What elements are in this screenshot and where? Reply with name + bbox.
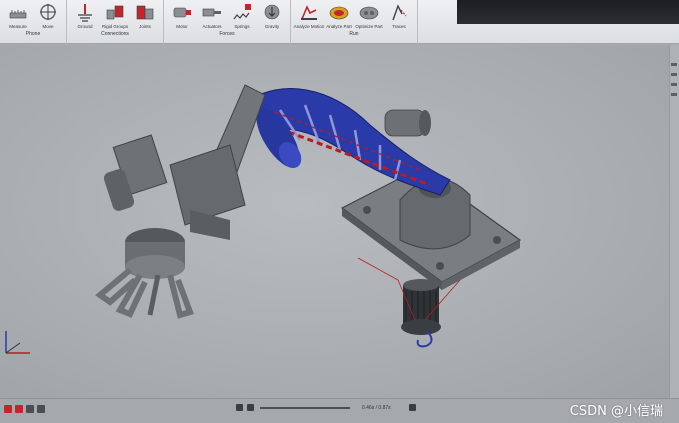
- tool-label: Move: [42, 24, 54, 29]
- tool-label: Joints: [139, 24, 151, 29]
- step-icon[interactable]: [247, 404, 254, 411]
- ribbon-group-run: Analyze Motion Analyze Part Optimize Par…: [291, 0, 418, 44]
- ribbon-group-label: Forces: [219, 31, 235, 37]
- inspire-motion-window: Measure Move Phone Ground Rigid Groups J…: [0, 0, 679, 423]
- ribbon-group-label: Connections: [101, 31, 129, 37]
- watermark: CSDN @小信瑞: [569, 404, 663, 419]
- traces-icon: [392, 4, 407, 21]
- tool-motor[interactable]: Motor: [167, 1, 197, 30]
- display-icon[interactable]: [37, 405, 45, 413]
- tool-label: Springs: [234, 24, 250, 29]
- tool-label: Motor: [176, 24, 188, 29]
- ribbon-group-connections: Ground Rigid Groups Joints Connections: [67, 0, 164, 44]
- timeline-time: 0.46s / 0.87s: [362, 404, 391, 411]
- tool-ground[interactable]: Ground: [70, 1, 100, 30]
- scroll-mark: [671, 83, 677, 86]
- timeline-end-icon[interactable]: [408, 404, 416, 411]
- tool-label: Actuators: [202, 24, 222, 29]
- tool-optimize-part[interactable]: Optimize Part: [354, 1, 384, 30]
- joints-icon: [136, 5, 154, 20]
- tool-label: Ground: [77, 24, 93, 29]
- optimize-part-icon: [359, 6, 379, 20]
- tool-analyze-motion[interactable]: Analyze Motion: [294, 1, 324, 30]
- scroll-mark: [671, 63, 677, 66]
- tool-label: Analyze Part: [326, 24, 352, 29]
- measure-icon: [9, 10, 27, 19]
- tool-analyze-part[interactable]: Analyze Part: [324, 1, 354, 30]
- tool-traces[interactable]: Traces: [384, 1, 414, 30]
- tool-label: Optimize Part: [355, 24, 383, 29]
- tool-label: Rigid Groups: [101, 24, 129, 29]
- tool-label: Measure: [9, 24, 27, 29]
- ground-icon: [78, 4, 92, 22]
- ribbon-dark-area: [457, 0, 679, 24]
- ribbon-group-forces: Motor Actuators Springs Gravity Forces: [164, 0, 291, 44]
- tool-move[interactable]: Move: [33, 1, 63, 30]
- move-icon: [40, 4, 56, 20]
- animation-timeline: 0.46s / 0.87s: [236, 404, 416, 411]
- rigid-groups-icon: [106, 5, 124, 20]
- ribbon-group-phone: Measure Move Phone: [0, 0, 67, 44]
- grid-icon[interactable]: [26, 405, 34, 413]
- tool-label: Analyze Motion: [293, 24, 325, 29]
- camera-icon[interactable]: [15, 405, 23, 413]
- viewport-side-scrollbar[interactable]: [669, 45, 679, 398]
- tool-actuators[interactable]: Actuators: [197, 1, 227, 30]
- play-icon[interactable]: [236, 404, 243, 411]
- timeline-slider[interactable]: [260, 406, 350, 409]
- tool-springs[interactable]: Springs: [227, 1, 257, 30]
- record-icon[interactable]: [4, 405, 12, 413]
- tool-measure[interactable]: Measure: [3, 1, 33, 30]
- scroll-mark: [671, 73, 677, 76]
- scroll-mark: [671, 93, 677, 96]
- motor-icon: [173, 7, 191, 18]
- analyze-motion-icon: [301, 5, 317, 20]
- tool-gravity[interactable]: Gravity: [257, 1, 287, 30]
- ribbon-toolbar: Measure Move Phone Ground Rigid Groups J…: [0, 0, 679, 44]
- robot-arm-model[interactable]: [80, 70, 540, 360]
- ribbon-group-label: Phone: [25, 31, 41, 37]
- springs-icon: [233, 4, 251, 20]
- tool-joints[interactable]: Joints: [130, 1, 160, 30]
- analyze-part-icon: [329, 6, 349, 20]
- axis-triad-icon: [5, 331, 30, 354]
- actuators-icon: [202, 8, 221, 17]
- gravity-icon: [264, 4, 280, 20]
- tool-rigid-groups[interactable]: Rigid Groups: [100, 1, 130, 30]
- ribbon-group-label: Run: [349, 31, 359, 37]
- view-controls: [4, 405, 45, 413]
- tool-label: Traces: [392, 24, 406, 29]
- tool-label: Gravity: [264, 24, 280, 29]
